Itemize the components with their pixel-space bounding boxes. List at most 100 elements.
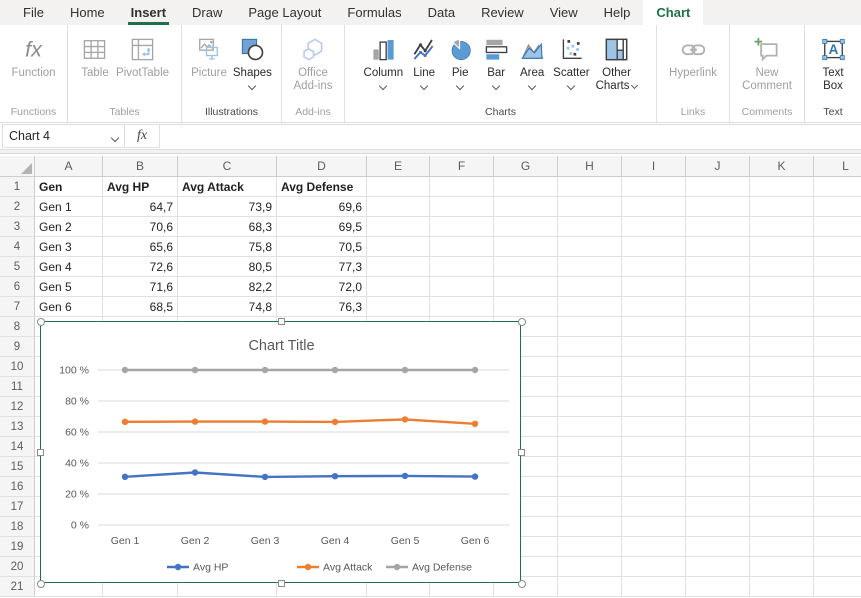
cell[interactable] — [750, 197, 814, 217]
cell[interactable] — [686, 177, 750, 197]
cell[interactable]: Gen 1 — [35, 197, 103, 217]
cell[interactable] — [686, 257, 750, 277]
cell[interactable] — [686, 217, 750, 237]
selection-handle[interactable] — [278, 580, 285, 587]
cell[interactable] — [750, 237, 814, 257]
cell[interactable] — [814, 577, 861, 597]
cell[interactable] — [686, 537, 750, 557]
cell[interactable] — [686, 237, 750, 257]
bar-chart-button[interactable]: Bar — [479, 32, 513, 91]
column-header-D[interactable]: D — [277, 156, 367, 177]
cell[interactable] — [686, 477, 750, 497]
cell[interactable] — [622, 377, 686, 397]
area-chart-button[interactable]: Area — [515, 32, 549, 91]
cell[interactable] — [430, 257, 494, 277]
cell[interactable] — [750, 257, 814, 277]
row-header-20[interactable]: 20 — [0, 557, 35, 577]
cell[interactable] — [814, 337, 861, 357]
cell[interactable] — [558, 357, 622, 377]
row-header-13[interactable]: 13 — [0, 417, 35, 437]
cell[interactable] — [558, 377, 622, 397]
cell[interactable] — [622, 337, 686, 357]
cell[interactable] — [686, 337, 750, 357]
cell[interactable]: 76,3 — [277, 297, 367, 317]
cell[interactable] — [686, 377, 750, 397]
cell[interactable] — [622, 297, 686, 317]
cell[interactable] — [814, 177, 861, 197]
cell[interactable] — [622, 217, 686, 237]
row-header-10[interactable]: 10 — [0, 357, 35, 377]
cell[interactable] — [622, 517, 686, 537]
cell[interactable] — [686, 577, 750, 597]
cell[interactable] — [750, 277, 814, 297]
cell[interactable] — [686, 197, 750, 217]
row-header-21[interactable]: 21 — [0, 577, 35, 597]
cell[interactable] — [750, 297, 814, 317]
cell[interactable] — [750, 537, 814, 557]
cell[interactable] — [750, 577, 814, 597]
cell[interactable]: 65,6 — [103, 237, 178, 257]
tab-help[interactable]: Help — [591, 0, 644, 25]
tab-review[interactable]: Review — [468, 0, 537, 25]
cell[interactable] — [622, 577, 686, 597]
cell[interactable] — [814, 437, 861, 457]
cell[interactable] — [622, 357, 686, 377]
cell[interactable] — [750, 377, 814, 397]
cell[interactable] — [622, 457, 686, 477]
row-header-12[interactable]: 12 — [0, 397, 35, 417]
cell[interactable] — [686, 297, 750, 317]
chevron-down-icon[interactable] — [111, 133, 119, 141]
cell[interactable] — [367, 177, 430, 197]
cell[interactable] — [814, 357, 861, 377]
scatter-chart-button[interactable]: Scatter — [551, 32, 591, 91]
cell[interactable] — [622, 497, 686, 517]
row-header-2[interactable]: 2 — [0, 197, 35, 217]
row-header-8[interactable]: 8 — [0, 317, 35, 337]
selection-handle[interactable] — [37, 449, 44, 456]
cell[interactable] — [750, 317, 814, 337]
cell[interactable] — [430, 297, 494, 317]
shapes-button[interactable]: Shapes — [231, 32, 274, 91]
cell[interactable] — [558, 557, 622, 577]
cell[interactable] — [686, 357, 750, 377]
cell[interactable]: Gen 3 — [35, 237, 103, 257]
cell[interactable]: Gen 4 — [35, 257, 103, 277]
row-header-17[interactable]: 17 — [0, 497, 35, 517]
cell[interactable] — [686, 497, 750, 517]
cell[interactable] — [558, 197, 622, 217]
cell[interactable] — [367, 237, 430, 257]
column-header-A[interactable]: A — [35, 156, 103, 177]
cell[interactable] — [494, 217, 558, 237]
cell[interactable]: 74,8 — [178, 297, 277, 317]
cell[interactable]: 68,3 — [178, 217, 277, 237]
cell[interactable] — [622, 557, 686, 577]
cell[interactable] — [686, 457, 750, 477]
tab-draw[interactable]: Draw — [179, 0, 235, 25]
cell[interactable] — [750, 477, 814, 497]
cell[interactable] — [750, 337, 814, 357]
cell[interactable] — [814, 237, 861, 257]
cell[interactable] — [686, 397, 750, 417]
line-chart-button[interactable]: Line — [407, 32, 441, 91]
column-header-F[interactable]: F — [430, 156, 494, 177]
cell[interactable] — [367, 277, 430, 297]
cell[interactable]: Avg Attack — [178, 177, 277, 197]
cell[interactable] — [814, 497, 861, 517]
cell[interactable] — [367, 297, 430, 317]
cell[interactable] — [814, 517, 861, 537]
cell[interactable] — [622, 537, 686, 557]
cell[interactable]: 70,6 — [103, 217, 178, 237]
column-header-E[interactable]: E — [367, 156, 430, 177]
cell[interactable] — [367, 217, 430, 237]
tab-insert[interactable]: Insert — [118, 0, 179, 25]
cell[interactable] — [750, 557, 814, 577]
cell[interactable]: 82,2 — [178, 277, 277, 297]
cell[interactable]: Avg Defense — [277, 177, 367, 197]
cell[interactable] — [622, 317, 686, 337]
tab-chart[interactable]: Chart — [643, 0, 703, 25]
cell[interactable] — [686, 417, 750, 437]
chart-object[interactable]: Chart Title100 %80 %60 %40 %20 %0 %Gen 1… — [40, 321, 521, 583]
cell[interactable] — [622, 277, 686, 297]
cell[interactable]: 64,7 — [103, 197, 178, 217]
column-header-C[interactable]: C — [178, 156, 277, 177]
